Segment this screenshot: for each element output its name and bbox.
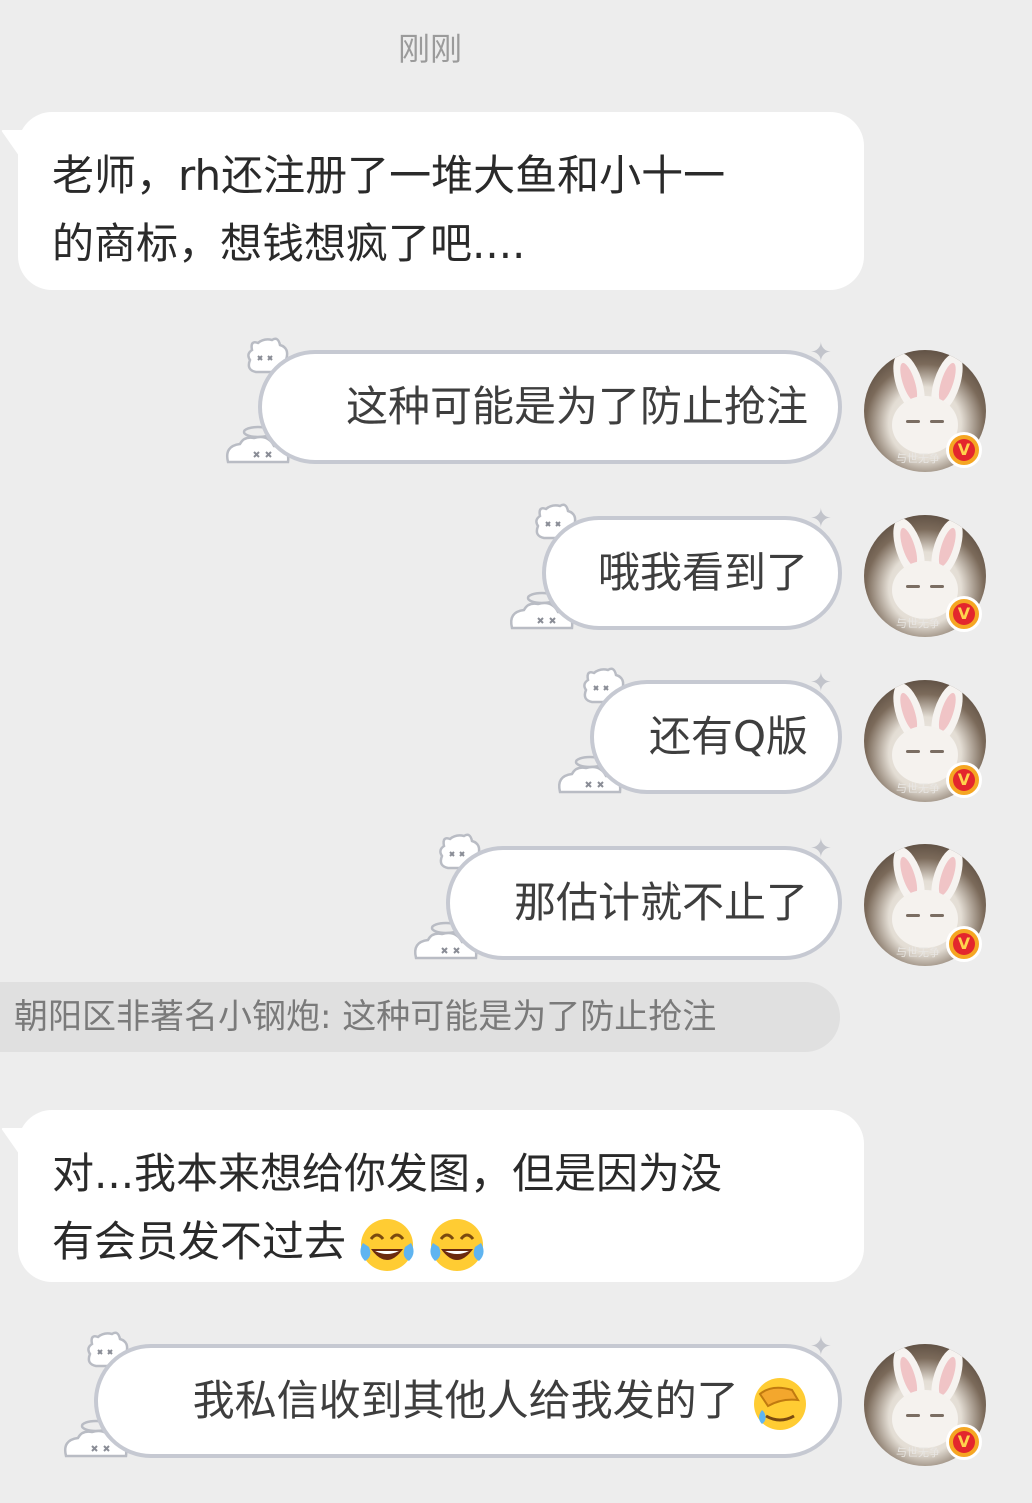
- bubble-tail: [0, 1128, 46, 1154]
- message-text-line: 老师，rh还注册了一堆大鱼和小十一: [52, 151, 726, 200]
- verified-badge-icon: V: [946, 596, 982, 632]
- outgoing-message-bubble[interactable]: 还有Q版: [590, 680, 842, 794]
- facepalm-icon: [752, 1376, 808, 1431]
- message-text-line: 的商标，想钱想疯了吧....: [52, 219, 526, 268]
- message-text-line: 有会员发不过去: [52, 1208, 830, 1276]
- avatar-watermark: 与世无争: [896, 782, 940, 795]
- sparkle-icon: ✦: [810, 1332, 832, 1362]
- avatar-watermark: 与世无争: [896, 452, 940, 465]
- outgoing-message-bubble[interactable]: 哦我看到了: [542, 516, 842, 630]
- laugh-cry-icon: [359, 1217, 416, 1272]
- message-text: 哦我看到了: [597, 548, 808, 597]
- message-text-line: 对...我本来想给你发图，但是因为没: [52, 1149, 723, 1198]
- verified-badge-icon: V: [946, 762, 982, 798]
- verified-badge-icon: V: [946, 926, 982, 962]
- laugh-cry-icon: [428, 1217, 485, 1272]
- sparkle-icon: ✦: [810, 504, 832, 534]
- incoming-message-bubble[interactable]: 对...我本来想给你发图，但是因为没 有会员发不过去: [0, 1110, 864, 1282]
- timestamp: 刚刚: [397, 30, 462, 68]
- outgoing-message-bubble[interactable]: 我私信收到其他人给我发的了: [94, 1344, 842, 1458]
- verified-badge-icon: V: [946, 432, 982, 468]
- verified-badge-icon: V: [946, 1424, 982, 1460]
- bubble-tail: [0, 130, 46, 156]
- incoming-message-bubble[interactable]: 老师，rh还注册了一堆大鱼和小十一 的商标，想钱想疯了吧....: [0, 112, 864, 290]
- sparkle-icon: ✦: [810, 338, 832, 368]
- message-text: 还有Q版: [648, 712, 808, 761]
- avatar-watermark: 与世无争: [896, 1446, 940, 1459]
- quoted-reply[interactable]: 朝阳区非著名小钢炮: 这种可能是为了防止抢注: [0, 982, 840, 1052]
- avatar-watermark: 与世无争: [896, 617, 940, 630]
- avatar-watermark: 与世无争: [896, 946, 940, 959]
- sparkle-icon: ✦: [810, 668, 832, 698]
- sparkle-icon: ✦: [810, 834, 832, 864]
- outgoing-message-bubble[interactable]: 这种可能是为了防止抢注: [258, 350, 842, 464]
- outgoing-message-bubble[interactable]: 那估计就不止了: [446, 846, 842, 960]
- message-text: 我私信收到其他人给我发的了: [192, 1376, 739, 1425]
- message-text: 这种可能是为了防止抢注: [345, 382, 808, 431]
- message-text: 那估计就不止了: [513, 878, 808, 927]
